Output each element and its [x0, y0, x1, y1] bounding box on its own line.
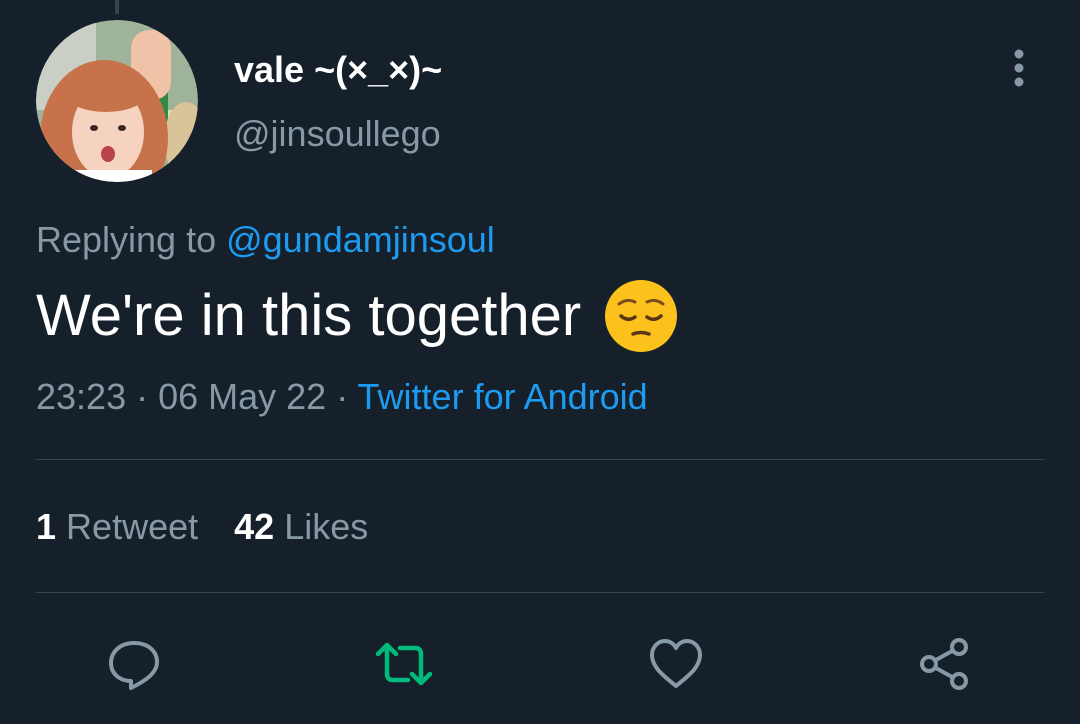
likes-stat[interactable]: 42 Likes [234, 506, 368, 547]
pensive-face-emoji-icon [605, 280, 678, 352]
meta-separator: · [326, 376, 358, 417]
reply-button[interactable] [96, 628, 172, 704]
tweet-detail: vale ~(×_×)~ @jinsoullego Replying to @g… [0, 0, 1080, 724]
thread-connector-line [115, 0, 119, 14]
heart-icon [646, 634, 706, 699]
retweet-label: Retweet [66, 506, 199, 547]
replying-to-label: Replying to [36, 219, 227, 260]
likes-label: Likes [284, 506, 369, 547]
engagement-stats: 1 Retweet 42 Likes [36, 504, 368, 550]
retweet-stat[interactable]: 1 Retweet [36, 506, 198, 547]
retweet-button[interactable] [366, 628, 442, 704]
more-options-icon[interactable] [1004, 46, 1034, 90]
divider [36, 459, 1044, 460]
like-button[interactable] [638, 628, 714, 704]
replying-to-line: Replying to @gundamjinsoul [36, 218, 495, 262]
tweet-meta: 23:23 · 06 May 22 · Twitter for Android [36, 374, 648, 420]
user-handle[interactable]: @jinsoullego [234, 112, 441, 156]
tweet-date[interactable]: 06 May 22 [158, 376, 326, 417]
avatar[interactable] [36, 20, 198, 182]
retweet-count: 1 [36, 506, 57, 547]
share-icon [914, 634, 974, 699]
display-name[interactable]: vale ~(×_×)~ [234, 48, 442, 92]
tweet-source-link[interactable]: Twitter for Android [358, 376, 648, 417]
tweet-text: We're in this together [36, 280, 678, 352]
tweet-time[interactable]: 23:23 [36, 376, 126, 417]
divider [36, 592, 1044, 593]
retweet-icon [370, 634, 438, 699]
tweet-body: We're in this together [36, 283, 582, 348]
like-count: 42 [234, 506, 275, 547]
share-button[interactable] [906, 628, 982, 704]
reply-icon [104, 634, 164, 699]
replying-to-mention-link[interactable]: @gundamjinsoul [226, 219, 495, 260]
meta-separator: · [126, 376, 159, 417]
